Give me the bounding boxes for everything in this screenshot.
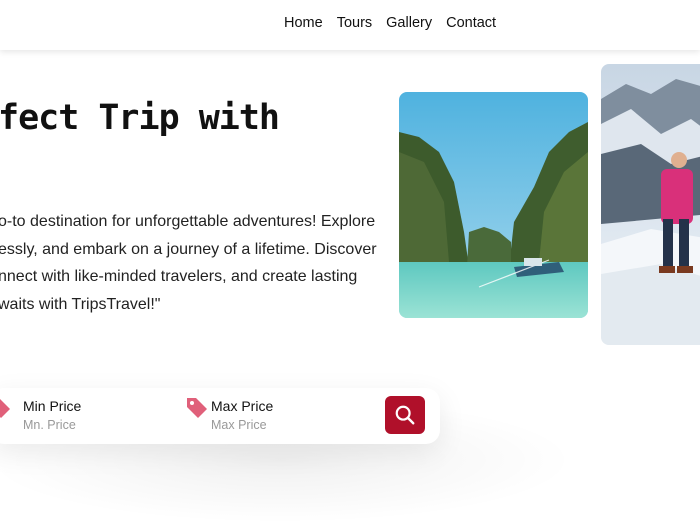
tag-icon <box>0 399 10 418</box>
min-price-field: Min Price <box>0 388 170 444</box>
nav-link-contact[interactable]: Contact <box>446 15 496 31</box>
max-price-label: Max Price <box>211 398 274 414</box>
hero-description-line: waits with TripsTravel!" <box>0 295 161 313</box>
nav-link-tours[interactable]: Tours <box>337 15 372 31</box>
min-price-label: Min Price <box>23 398 82 414</box>
nav-link-gallery[interactable]: Gallery <box>386 15 432 31</box>
hero-image-mountain <box>601 64 700 345</box>
hero-description-line: o-to destination for unforgettable adven… <box>0 213 376 230</box>
hero-description: o-to destination for unforgettable adven… <box>0 208 378 318</box>
search-button[interactable] <box>385 396 425 434</box>
navbar: Home Tours Gallery Contact <box>0 0 700 50</box>
hero-title: fect Trip with <box>0 98 280 138</box>
hero-description-line: essly, and embark on a journey of a life… <box>0 240 377 258</box>
nav-link-home[interactable]: Home <box>284 15 323 31</box>
nav-links: Home Tours Gallery Contact <box>284 15 496 31</box>
tag-icon <box>187 398 207 418</box>
search-icon <box>395 405 415 425</box>
max-price-input[interactable] <box>211 418 351 432</box>
hero-image-lagoon <box>399 92 588 318</box>
max-price-field: Max Price <box>185 388 365 444</box>
hero-description-line: nnect with like-minded travelers, and cr… <box>0 268 358 285</box>
min-price-input[interactable] <box>23 418 163 432</box>
search-bar: Min Price Max Price <box>0 388 440 444</box>
